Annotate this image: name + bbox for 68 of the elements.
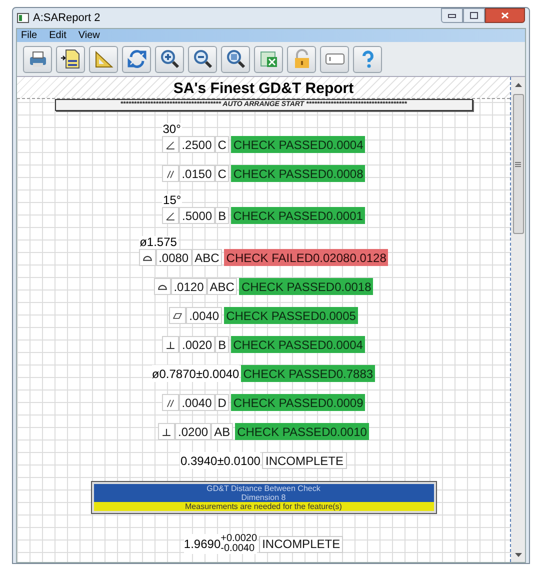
zoom-in-icon: [158, 48, 180, 70]
tolerance-cell: .0040: [186, 307, 222, 324]
minimize-button[interactable]: [441, 8, 463, 23]
lower-tolerance: -0.0040: [220, 544, 256, 554]
close-icon: [501, 12, 509, 19]
dimension-value: 0.3940±0.0100: [180, 452, 260, 469]
check-passed-label: CHECK PASSED0.0008: [231, 165, 366, 182]
feature-label: 30°: [162, 123, 182, 136]
maximize-button[interactable]: [463, 8, 485, 23]
zoom-fit-icon: [224, 48, 246, 70]
datum-cell: ABC: [192, 249, 222, 266]
toolbar-button[interactable]: [56, 46, 85, 72]
scrollbar[interactable]: [511, 77, 525, 562]
menu-item[interactable]: Edit: [49, 28, 66, 43]
scroll-down-icon[interactable]: [514, 553, 522, 558]
tolerance-cell: .0200: [175, 423, 212, 440]
datum-cell: C: [214, 165, 230, 182]
check-passed-label: CHECK PASSED0.0010: [235, 423, 369, 440]
scroll-thumb[interactable]: [512, 94, 524, 234]
tolerance-cell: .2500: [178, 136, 215, 153]
tolerance-cell: .0020: [179, 336, 216, 353]
check-passed-label: CHECK PASSED0.0009: [231, 394, 366, 411]
toolbar-button[interactable]: [155, 46, 184, 72]
upper-tolerance: +0.0020: [220, 534, 258, 544]
tolerance-cell: .0080: [156, 249, 192, 266]
menu-item[interactable]: File: [21, 28, 38, 43]
triangle-ruler-icon: [92, 48, 114, 70]
datum-cell: B: [215, 207, 230, 224]
report-title: SA's Finest GD&T Report: [173, 80, 354, 98]
tolerance-cell: .5000: [179, 207, 216, 224]
dimension-value: 1.9690: [184, 536, 221, 553]
feature-label: 15°: [162, 194, 182, 207]
datum-cell: C: [214, 136, 230, 153]
zoom-out-icon: [192, 48, 214, 70]
check-failed-label: CHECK FAILED0.02080.0128: [224, 249, 388, 266]
check-passed-label: CHECK PASSED0.0004: [231, 336, 365, 353]
minimize-icon: [448, 14, 456, 18]
app-icon: [17, 13, 29, 23]
toolbar-button[interactable]: [188, 46, 217, 72]
notice-message: Measurements are needed for the feature(s): [94, 502, 434, 511]
scroll-up-icon[interactable]: [514, 83, 522, 88]
maximize-icon: [470, 12, 478, 19]
toolbar-button[interactable]: [221, 46, 250, 72]
menu-item[interactable]: View: [78, 28, 100, 43]
check-passed-label: CHECK PASSED0.0018: [239, 278, 374, 295]
datum-cell: ABC: [206, 278, 238, 295]
tolerance-cell: .0120: [170, 278, 207, 295]
datum-cell: AB: [211, 423, 234, 440]
dimension-value: ø0.7870±0.0040: [152, 365, 240, 382]
datum-cell: D: [214, 394, 230, 411]
tolerance-cell: .0150: [178, 165, 215, 182]
tolerance-cell: .0040: [178, 394, 215, 411]
document-icon: [60, 48, 82, 70]
grip-icon: [515, 162, 521, 166]
close-button[interactable]: [485, 8, 525, 23]
check-passed-label: CHECK PASSED0.0005: [224, 307, 358, 324]
check-passed-label: CHECK PASSED0.0004: [231, 136, 366, 153]
feature-label: ø1.575: [138, 236, 178, 249]
window-title: A:SAReport 2: [33, 10, 100, 26]
check-passed-label: CHECK PASSED0.0001: [231, 207, 365, 224]
notice-title: GD&T Distance Between Check: [206, 484, 320, 493]
check-passed-label: CHECK PASSED0.7883: [241, 365, 376, 382]
status-label: INCOMPLETE: [262, 452, 346, 469]
notice-subtitle: Dimension 8: [241, 493, 286, 502]
toolbar-button[interactable]: [23, 46, 52, 72]
refresh-icon: [126, 48, 148, 70]
status-label: INCOMPLETE: [259, 536, 344, 552]
datum-cell: B: [215, 336, 230, 353]
